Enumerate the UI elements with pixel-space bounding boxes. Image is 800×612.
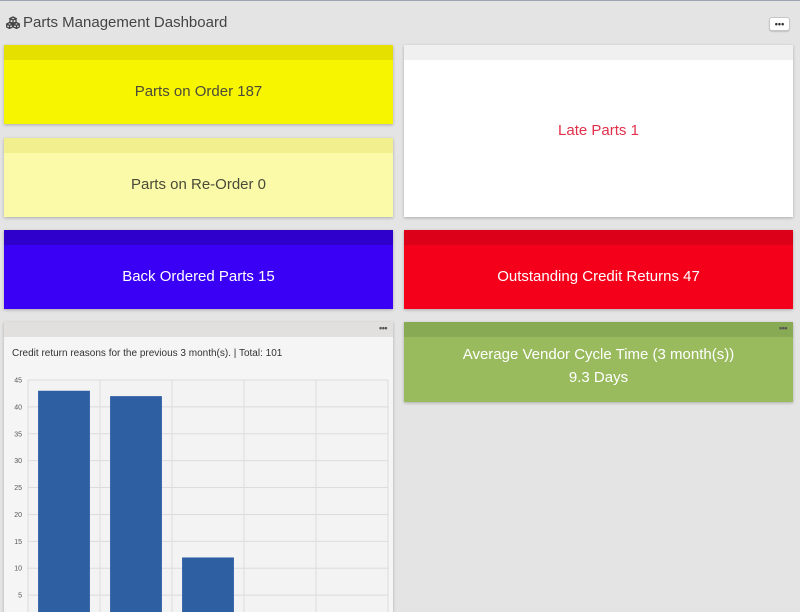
parts-on-reorder-tile[interactable]: Parts on Re-Order 0	[4, 138, 393, 217]
tile-header: •••	[404, 322, 793, 337]
y-tick-label: 30	[14, 458, 22, 465]
y-tick-label: 45	[14, 378, 22, 385]
outstanding-credit-returns-tile[interactable]: Outstanding Credit Returns 47	[404, 230, 793, 309]
chart-bar[interactable]	[182, 557, 234, 612]
tile-header	[4, 45, 393, 60]
parts-on-order-label: Parts on Order 187	[134, 82, 263, 100]
cubes-icon	[6, 15, 20, 29]
parts-on-reorder-label: Parts on Re-Order 0	[130, 175, 267, 193]
chart-bar[interactable]	[38, 390, 90, 612]
y-tick-label: 20	[14, 512, 22, 519]
chart-bar[interactable]	[110, 396, 162, 612]
y-tick-label: 25	[14, 485, 22, 492]
tile-header	[4, 230, 393, 245]
y-tick-label: 40	[14, 404, 22, 411]
vendor-cycle-time-value: 9.3 Days	[568, 368, 629, 386]
vendor-cycle-time-body: Average Vendor Cycle Time (3 month(s)) 9…	[404, 337, 793, 402]
outstanding-credit-returns-label: Outstanding Credit Returns 47	[497, 267, 700, 285]
back-ordered-parts-tile[interactable]: Back Ordered Parts 15	[4, 230, 393, 309]
page-title: Parts Management Dashboard	[23, 13, 228, 31]
tile-menu-button[interactable]: •••	[779, 323, 787, 333]
tile-header	[4, 138, 393, 153]
window-top-border	[0, 0, 800, 1]
more-options-button[interactable]: •••	[769, 17, 790, 31]
vendor-cycle-time-title: Average Vendor Cycle Time (3 month(s))	[462, 346, 735, 363]
vendor-cycle-time-tile[interactable]: ••• Average Vendor Cycle Time (3 month(s…	[404, 322, 793, 402]
credit-returns-chart-panel: ••• Credit return reasons for the previo…	[4, 322, 393, 612]
y-tick-label: 15	[14, 539, 22, 546]
y-tick-label: 10	[14, 566, 22, 573]
y-tick-label: 5	[18, 593, 22, 600]
y-tick-label: 35	[14, 431, 22, 438]
late-parts-tile[interactable]: Late Parts 1	[404, 45, 793, 217]
credit-returns-bar-chart: 5 10 15 20 25 30 35 40 45	[14, 378, 389, 612]
parts-on-order-tile[interactable]: Parts on Order 187	[4, 45, 393, 124]
late-parts-label: Late Parts 1	[558, 122, 639, 140]
tile-header	[404, 230, 793, 245]
back-ordered-parts-label: Back Ordered Parts 15	[122, 267, 275, 285]
tile-header	[404, 45, 793, 60]
page-header: Parts Management Dashboard	[6, 11, 227, 33]
